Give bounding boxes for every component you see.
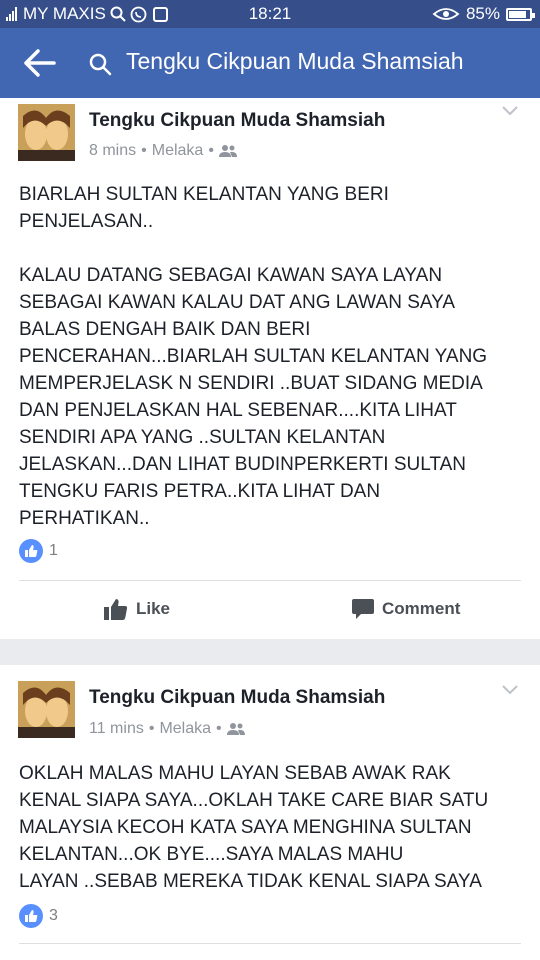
meta-separator: • [148, 720, 155, 737]
post-actions: Like Comment [0, 598, 540, 624]
status-bar: MY MAXIS 18:21 85% [0, 0, 540, 28]
divider [19, 943, 521, 944]
post-meta: 8 mins • Melaka • [89, 142, 237, 160]
post-card: Tengku Cikpuan Muda Shamsiah 8 mins • Me… [0, 98, 540, 639]
post-author[interactable]: Tengku Cikpuan Muda Shamsiah [89, 110, 385, 132]
friends-icon [218, 145, 237, 157]
friends-icon [226, 723, 245, 735]
search-icon [89, 53, 112, 76]
post-meta: 11 mins • Melaka • [89, 720, 245, 738]
meta-separator: • [216, 720, 222, 737]
reaction-count[interactable]: 3 [19, 904, 58, 928]
meta-separator: • [141, 142, 147, 159]
like-badge-icon [19, 904, 43, 928]
post-location[interactable]: Melaka [159, 720, 211, 738]
post-body: BIARLAH SULTAN KELANTAN YANG BERI PENJEL… [19, 184, 488, 529]
divider [19, 580, 521, 581]
like-count: 3 [49, 907, 58, 924]
post-card: Tengku Cikpuan Muda Shamsiah 11 mins • M… [0, 665, 540, 960]
search-input[interactable]: Tengku Cikpuan Muda Shamsiah [126, 48, 464, 75]
status-right: 85% [432, 4, 535, 24]
comment-icon [352, 599, 374, 619]
like-badge-icon [19, 539, 43, 563]
avatar[interactable] [18, 681, 75, 738]
post-time[interactable]: 11 mins [89, 720, 144, 738]
meta-separator: • [208, 142, 214, 159]
reaction-count[interactable]: 1 [19, 539, 58, 563]
like-button[interactable]: Like [104, 598, 170, 620]
battery-percent: 85% [465, 4, 500, 23]
post-time[interactable]: 8 mins [89, 142, 136, 160]
post-location[interactable]: Melaka [152, 142, 204, 160]
like-label: Like [136, 599, 171, 618]
battery-icon [506, 7, 535, 21]
comment-button[interactable]: Comment [352, 598, 460, 620]
chevron-down-icon[interactable] [502, 106, 518, 116]
post-author[interactable]: Tengku Cikpuan Muda Shamsiah [89, 687, 385, 709]
comment-label: Comment [382, 599, 461, 618]
like-count: 1 [49, 542, 58, 559]
chevron-down-icon[interactable] [502, 685, 518, 695]
avatar[interactable] [18, 104, 75, 161]
eye-icon [432, 8, 460, 20]
post-body: OKLAH MALAS MAHU LAYAN SEBAB AWAK RAK KE… [19, 763, 489, 892]
search-header: Tengku Cikpuan Muda Shamsiah [0, 28, 540, 98]
like-thumb-icon [104, 599, 128, 620]
back-arrow-icon[interactable] [22, 46, 58, 80]
